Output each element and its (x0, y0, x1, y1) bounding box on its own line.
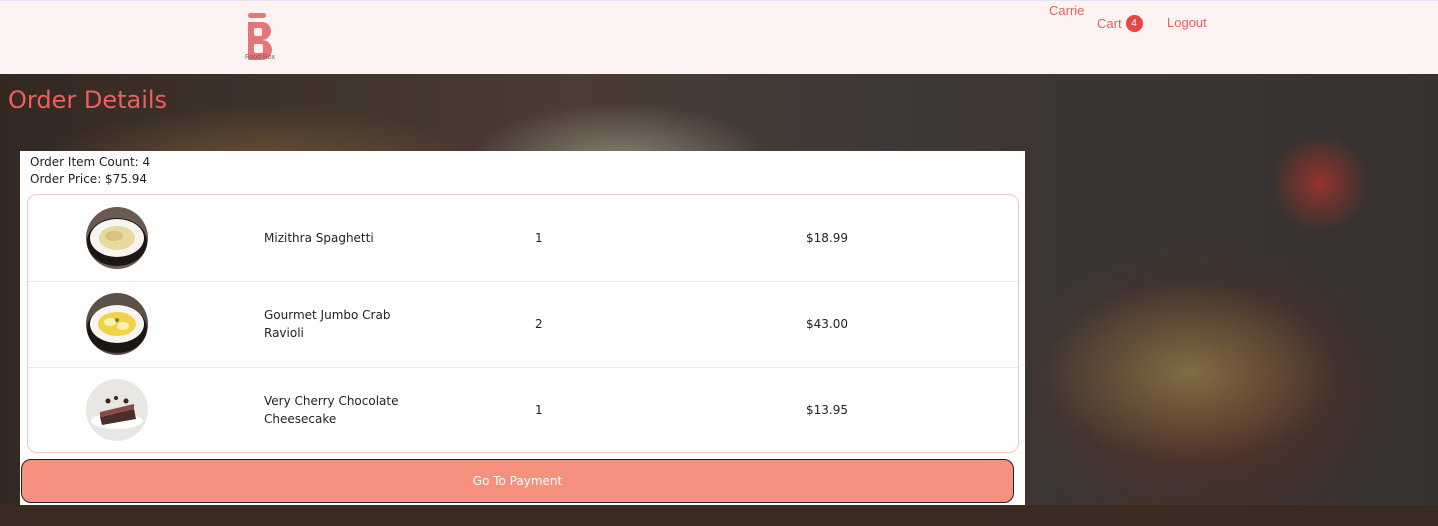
order-item-row: Very Cherry Chocolate Cheesecake 1 $13.9… (28, 367, 1018, 452)
item-price: $18.99 (806, 231, 848, 245)
logout-link[interactable]: Logout (1167, 15, 1207, 30)
spaghetti-dish-icon (86, 207, 148, 269)
order-panel: Order Item Count: 4 Order Price: $75.94 … (20, 151, 1025, 505)
order-items-list: Mizithra Spaghetti 1 $18.99 Gourmet Jumb… (27, 194, 1019, 453)
background-bottom-strip (0, 505, 1438, 526)
cart-label: Cart (1097, 16, 1122, 31)
cheesecake-dish-icon (86, 379, 148, 441)
user-name[interactable]: Carrie (1049, 3, 1084, 18)
item-name: Gourmet Jumbo Crab Ravioli (264, 308, 391, 340)
cart-count-badge: 4 (1125, 15, 1143, 32)
ravioli-dish-icon (86, 293, 148, 355)
go-to-payment-button[interactable]: Go To Payment (21, 459, 1014, 503)
order-price: Order Price: $75.94 (30, 172, 148, 186)
item-name: Mizithra Spaghetti (264, 231, 374, 245)
item-quantity: 2 (535, 317, 543, 331)
item-quantity: 1 (535, 231, 543, 245)
order-item-row: Mizithra Spaghetti 1 $18.99 (28, 195, 1018, 282)
item-quantity: 1 (535, 403, 543, 417)
item-price: $13.95 (806, 403, 848, 417)
item-price: $43.00 (806, 317, 848, 331)
item-name: Very Cherry Chocolate Cheesecake (264, 394, 399, 426)
cart-link[interactable]: Cart 4 (1097, 15, 1143, 32)
order-summary: Order Item Count: 4 Order Price: $75.94 (30, 154, 150, 188)
order-item-row: Gourmet Jumbo Crab Ravioli 2 $43.00 (28, 281, 1018, 368)
order-item-count: Order Item Count: 4 (30, 155, 151, 169)
logo-caption: Food Box (245, 54, 275, 61)
top-navbar: Food Box Carrie Cart 4 Logout (0, 0, 1438, 74)
page-title: Order Details (8, 86, 168, 114)
